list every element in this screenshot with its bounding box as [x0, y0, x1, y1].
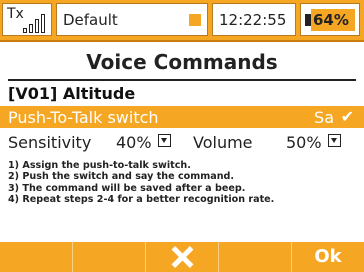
- instruction-line: 1) Assign the push-to-talk switch.: [8, 160, 191, 171]
- instruction-line: 2) Push the switch and say the command.: [8, 171, 235, 183]
- model-name-box[interactable]: Default: [56, 3, 208, 36]
- volume-label: Volume: [193, 133, 253, 152]
- push-to-talk-label: Push-To-Talk switch: [8, 108, 159, 127]
- model-name: Default: [63, 11, 118, 29]
- volume-dropdown-icon[interactable]: [328, 134, 341, 147]
- clock-box: 12:22:55: [212, 3, 296, 36]
- model-status-icon: [189, 14, 201, 26]
- page-title: Voice Commands: [86, 50, 278, 74]
- checkmark-icon: ✔: [340, 107, 354, 126]
- ok-label: Ok: [314, 246, 342, 267]
- title-divider: [8, 79, 356, 81]
- volume-value[interactable]: 50%: [286, 133, 322, 152]
- function-button-4[interactable]: [218, 242, 291, 272]
- tx-signal-indicator: Tx: [2, 3, 52, 36]
- signal-bars-icon: [23, 13, 49, 33]
- cancel-button[interactable]: [145, 242, 218, 272]
- ok-button[interactable]: Ok: [291, 242, 364, 272]
- sensitivity-dropdown-icon[interactable]: [158, 134, 171, 147]
- battery-indicator: 64%: [300, 3, 360, 36]
- function-button-1[interactable]: [0, 242, 72, 272]
- push-to-talk-value[interactable]: Sa: [314, 108, 334, 127]
- push-to-talk-row[interactable]: Push-To-Talk switch Sa ✔: [0, 106, 364, 128]
- command-label: [V01] Altitude: [8, 84, 136, 103]
- clock: 12:22:55: [219, 11, 287, 29]
- sensitivity-value[interactable]: 40%: [116, 133, 152, 152]
- tx-label: Tx: [7, 6, 24, 22]
- sensitivity-label: Sensitivity: [8, 133, 92, 152]
- function-button-2[interactable]: [72, 242, 145, 272]
- status-bar: Tx Default 12:22:55 64%: [0, 0, 364, 42]
- function-button-bar: Ok: [0, 242, 364, 272]
- instructions: 1) Assign the push-to-talk switch. 2) Pu…: [8, 160, 358, 206]
- instruction-line: 4) Repeat steps 2-4 for a better recogni…: [8, 194, 275, 206]
- battery-percent: 64%: [313, 11, 349, 29]
- close-x-icon: [170, 245, 194, 269]
- instruction-line: 3) The command will be saved after a bee…: [8, 182, 246, 194]
